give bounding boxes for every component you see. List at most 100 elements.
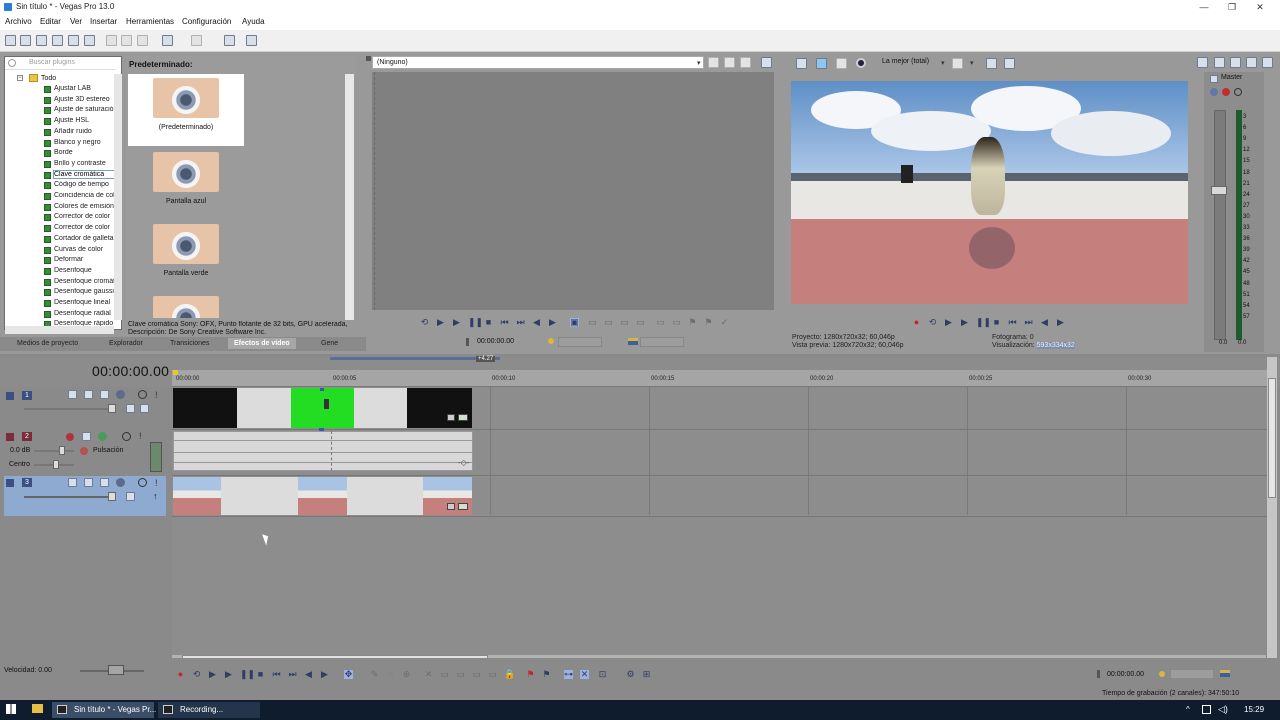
tray-chevron-icon[interactable]: ^ — [1186, 705, 1190, 714]
chevron-down-icon[interactable]: ▾ — [970, 59, 974, 67]
preview-quality-select[interactable]: La mejor (total) — [882, 58, 929, 65]
task-vegas[interactable]: Sin título * - Vegas Pr... — [52, 702, 156, 718]
save-icon[interactable] — [36, 35, 47, 46]
plugin-item[interactable]: Ajuste 3D estereo — [54, 96, 114, 103]
trimmer-source-select[interactable]: (Ninguno) — [372, 56, 704, 69]
plugin-item[interactable]: Ajustar LAB — [54, 85, 114, 92]
track-header-3[interactable]: 3 ! ↑ — [4, 476, 166, 516]
save-as-icon[interactable] — [52, 35, 63, 46]
track-motion-icon[interactable] — [68, 478, 77, 487]
plugin-item[interactable]: Desenfoque gaussiano — [54, 288, 114, 295]
trim-settings-icon[interactable]: ✓ — [720, 318, 729, 327]
play-icon[interactable]: ▶ — [452, 318, 461, 327]
plugin-item[interactable]: Blanco y negro — [54, 139, 114, 146]
open-icon[interactable] — [20, 35, 31, 46]
video-preview[interactable] — [791, 81, 1188, 304]
mute-icon[interactable] — [138, 478, 147, 487]
pause-icon[interactable]: ❚❚ — [976, 318, 991, 327]
clip-frame[interactable] — [354, 388, 407, 428]
forward-icon[interactable]: ▶ — [548, 318, 557, 327]
cut-icon[interactable] — [106, 35, 117, 46]
envelope-tool-icon[interactable]: ✎ — [370, 670, 379, 679]
play-icon[interactable]: ▶ — [224, 670, 233, 679]
file-explorer-icon[interactable] — [32, 704, 43, 713]
plugin-item[interactable]: Desenfoque cromático — [54, 278, 114, 285]
maximize-button[interactable]: ❐ — [1218, 0, 1246, 14]
volume-slider-track[interactable] — [34, 450, 74, 452]
taskbar-clock[interactable]: 15:29 — [1244, 705, 1264, 714]
plugin-item[interactable]: Coincidencia de color — [54, 192, 114, 199]
region-icon[interactable]: ⚑ — [704, 318, 713, 327]
overlays-icon[interactable] — [952, 58, 963, 69]
next-frame-icon[interactable]: ▶ — [1056, 318, 1065, 327]
delete-icon[interactable]: ✕ — [424, 670, 433, 679]
plugin-item[interactable]: Colores de emisión — [54, 203, 114, 210]
automation-icon[interactable] — [98, 432, 107, 441]
compositing-icon[interactable] — [100, 478, 109, 487]
start-icon[interactable] — [6, 704, 16, 714]
loop-region-bar[interactable] — [330, 357, 500, 360]
menu-herramientas[interactable]: Herramientas — [126, 17, 174, 26]
clip-thumbnail[interactable] — [298, 477, 347, 515]
menu-ver[interactable]: Ver — [70, 17, 82, 26]
go-to-end-icon[interactable]: ⏭ — [288, 670, 297, 679]
fx-icon[interactable] — [1210, 88, 1218, 96]
volume-slider-handle[interactable] — [59, 446, 65, 455]
split-screen-icon[interactable] — [836, 58, 847, 69]
trim-end-icon[interactable]: ▭ — [472, 670, 481, 679]
expand-track-icon[interactable] — [6, 479, 14, 487]
save-snapshot-icon[interactable] — [1004, 58, 1015, 69]
lock-envelopes-icon[interactable]: ⚙ — [626, 670, 635, 679]
stop-icon[interactable]: ■ — [992, 318, 1001, 327]
trimmer-dock-icon[interactable] — [366, 56, 371, 61]
clip-thumbnail[interactable] — [173, 477, 221, 515]
parent-icon[interactable] — [140, 404, 149, 413]
level-slider-handle[interactable] — [108, 404, 116, 413]
clip-frame[interactable] — [221, 477, 298, 515]
snapping-icon[interactable]: ⊶ — [564, 670, 573, 679]
level-slider-track[interactable] — [24, 408, 114, 410]
prev-frame-icon[interactable]: ⏮ — [500, 318, 509, 327]
insert-marker-icon[interactable]: ⚑ — [526, 670, 535, 679]
go-to-start-icon[interactable]: ⏮ — [272, 670, 281, 679]
close-button[interactable]: ✕ — [1246, 0, 1274, 14]
track-fx-name[interactable]: Pulsación — [93, 447, 123, 454]
copy-snapshot-icon[interactable] — [986, 58, 997, 69]
compositing-mode-icon[interactable] — [126, 404, 135, 413]
event-pan-crop-icon[interactable] — [447, 414, 455, 421]
audio-clip[interactable] — [173, 431, 473, 471]
timeline-zoom-slider[interactable] — [1170, 669, 1214, 679]
plugin-item[interactable]: Cortador de galleta — [54, 235, 114, 242]
rate-slider-handle[interactable] — [108, 665, 124, 675]
plugin-item[interactable]: Corrector de color — [54, 213, 114, 220]
record-icon[interactable]: ● — [912, 318, 921, 327]
trimmer-tool-icon[interactable] — [708, 57, 719, 68]
copy-icon[interactable] — [121, 35, 132, 46]
pan-slider-handle[interactable] — [53, 460, 59, 469]
stop-icon[interactable]: ■ — [484, 318, 493, 327]
menu-editar[interactable]: Editar — [40, 17, 61, 26]
stop-icon[interactable]: ■ — [256, 670, 265, 679]
auto-crossfade-icon[interactable]: ✕ — [580, 670, 589, 679]
settings-gear-icon[interactable] — [116, 478, 125, 487]
trimmer-close-icon[interactable] — [740, 57, 751, 68]
clip-black-frame[interactable] — [173, 388, 237, 428]
clip-black-frame[interactable] — [407, 388, 472, 428]
track-motion-icon[interactable] — [68, 390, 77, 399]
go-to-end-icon[interactable]: ⏭ — [1024, 318, 1033, 327]
event-pan-crop-icon[interactable] — [447, 503, 455, 510]
master-dock-icon[interactable] — [1197, 57, 1208, 68]
tab-medios-de-proyecto[interactable]: Medios de proyecto — [17, 340, 78, 347]
clip-frame[interactable] — [347, 477, 423, 515]
record-icon[interactable]: ● — [176, 670, 185, 679]
trim-start-icon[interactable]: ▭ — [456, 670, 465, 679]
fade-handle[interactable] — [319, 428, 324, 431]
clip-frame[interactable] — [237, 388, 291, 428]
plugin-hscrollbar[interactable] — [5, 326, 114, 334]
play-icon[interactable]: ▶ — [960, 318, 969, 327]
expand-track-icon[interactable] — [6, 433, 14, 441]
master-tool-icon[interactable] — [1246, 57, 1257, 68]
fx-chain-icon[interactable] — [80, 447, 88, 455]
track-fx-icon[interactable] — [82, 432, 91, 441]
prev-frame-icon[interactable]: ◀ — [304, 670, 313, 679]
